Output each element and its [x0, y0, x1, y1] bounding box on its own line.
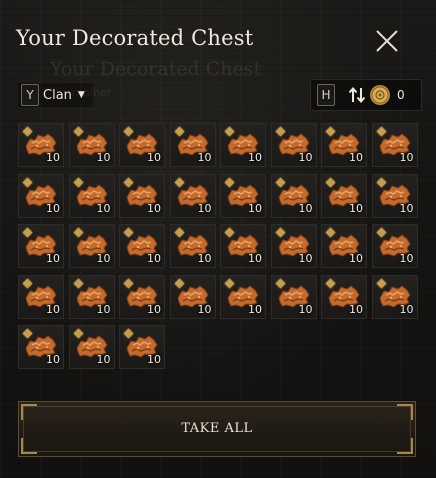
item-quantity: 10 — [96, 201, 111, 215]
inventory-slot[interactable]: 10 — [119, 123, 165, 167]
inventory-slot[interactable]: 10 — [270, 173, 317, 218]
inventory-slot[interactable]: 10 — [169, 274, 216, 319]
inventory-slot[interactable]: 10 — [371, 123, 418, 167]
item-quantity: 10 — [46, 302, 60, 316]
inventory-slot[interactable]: 10 — [119, 325, 165, 369]
inventory-slot[interactable]: 10 — [220, 123, 266, 167]
background-ghost-title: Your Decorated Chest — [50, 58, 262, 80]
item-quantity: 10 — [46, 151, 60, 164]
inventory-slot[interactable]: 10 — [321, 173, 367, 218]
chevron-down-icon: ▼ — [77, 90, 85, 100]
item-quantity: 10 — [248, 252, 262, 265]
item-quantity: 10 — [349, 201, 363, 215]
inventory-slot[interactable]: 10 — [220, 274, 266, 319]
item-quantity: 10 — [96, 302, 111, 316]
inventory-slot[interactable]: 10 — [68, 224, 115, 268]
sort-controls: H 0 — [310, 79, 422, 111]
inventory-slot[interactable]: 10 — [18, 274, 64, 319]
inventory-slot[interactable]: 10 — [270, 224, 317, 268]
item-quantity: 10 — [46, 201, 60, 215]
take-all-label: TAKE ALL — [181, 421, 253, 436]
frame-corner-ornament — [397, 438, 413, 454]
inventory-slot[interactable]: 10 — [371, 173, 418, 218]
inventory-slot[interactable]: 10 — [119, 173, 165, 218]
sort-arrows-icon[interactable] — [347, 85, 367, 105]
inventory-slot[interactable]: 10 — [119, 224, 165, 268]
item-quantity: 10 — [298, 302, 313, 316]
item-quantity: 10 — [399, 252, 414, 265]
item-quantity: 10 — [399, 302, 414, 316]
sort-hotkey: H — [317, 84, 335, 106]
item-quantity: 10 — [46, 353, 60, 366]
frame-corner-ornament — [21, 404, 37, 420]
item-quantity: 10 — [96, 353, 111, 366]
item-quantity: 10 — [197, 201, 212, 215]
inventory-slot[interactable]: 10 — [220, 173, 266, 218]
inventory-slot[interactable]: 10 — [18, 173, 64, 218]
item-quantity: 10 — [248, 151, 262, 164]
item-quantity: 10 — [399, 151, 414, 164]
item-quantity: 10 — [349, 302, 363, 316]
inventory-slot[interactable]: 10 — [371, 274, 418, 319]
clan-filter-dropdown[interactable]: Y Clan ▼ — [18, 83, 93, 107]
currency-count: 0 — [397, 88, 405, 102]
item-quantity: 10 — [147, 353, 161, 366]
inventory-slot[interactable]: 10 — [18, 224, 64, 268]
item-quantity: 10 — [147, 252, 161, 265]
item-quantity: 10 — [248, 302, 262, 316]
item-quantity: 10 — [147, 302, 161, 316]
inventory-slot[interactable]: 10 — [321, 123, 367, 167]
item-quantity: 10 — [248, 201, 262, 215]
inventory-slot[interactable]: 10 — [270, 274, 317, 319]
window-title: Your Decorated Chest — [16, 26, 254, 50]
inventory-slot[interactable]: 10 — [68, 173, 115, 218]
frame-corner-ornament — [21, 438, 37, 454]
inventory-slot[interactable]: 10 — [169, 173, 216, 218]
item-quantity: 10 — [96, 151, 111, 164]
item-quantity: 10 — [298, 252, 313, 265]
item-quantity: 10 — [298, 201, 313, 215]
inventory-slot[interactable]: 10 — [68, 123, 115, 167]
inventory-slot[interactable]: 10 — [270, 123, 317, 167]
item-quantity: 10 — [147, 201, 161, 215]
filter-hotkey: Y — [21, 84, 39, 106]
inventory-slot[interactable]: 10 — [119, 274, 165, 319]
frame-corner-ornament — [397, 404, 413, 420]
take-all-button[interactable]: TAKE ALL — [18, 401, 416, 457]
item-quantity: 10 — [349, 252, 363, 265]
container-window: Your Decorated Chest ntainer Your Decora… — [0, 0, 436, 478]
inventory-slot[interactable]: 10 — [321, 274, 367, 319]
item-quantity: 10 — [147, 151, 161, 164]
inventory-slot[interactable]: 10 — [169, 224, 216, 268]
inventory-slot[interactable]: 10 — [169, 123, 216, 167]
item-quantity: 10 — [399, 201, 414, 215]
inventory-slot[interactable]: 10 — [68, 274, 115, 319]
item-quantity: 10 — [197, 252, 212, 265]
coin-icon — [370, 85, 390, 105]
close-icon[interactable] — [374, 28, 400, 54]
inventory-slot[interactable]: 10 — [321, 224, 367, 268]
item-quantity: 10 — [197, 302, 212, 316]
inventory-slot[interactable]: 10 — [220, 224, 266, 268]
inventory-slot[interactable]: 10 — [18, 325, 64, 369]
item-quantity: 10 — [197, 151, 212, 164]
item-quantity: 10 — [96, 252, 111, 265]
inventory-slot[interactable]: 10 — [371, 224, 418, 268]
item-quantity: 10 — [298, 151, 313, 164]
item-quantity: 10 — [46, 252, 60, 265]
inventory-slot[interactable]: 10 — [18, 123, 64, 167]
item-quantity: 10 — [349, 151, 363, 164]
filter-selected-value: Clan — [43, 87, 72, 103]
inventory-slot[interactable]: 10 — [68, 325, 115, 369]
